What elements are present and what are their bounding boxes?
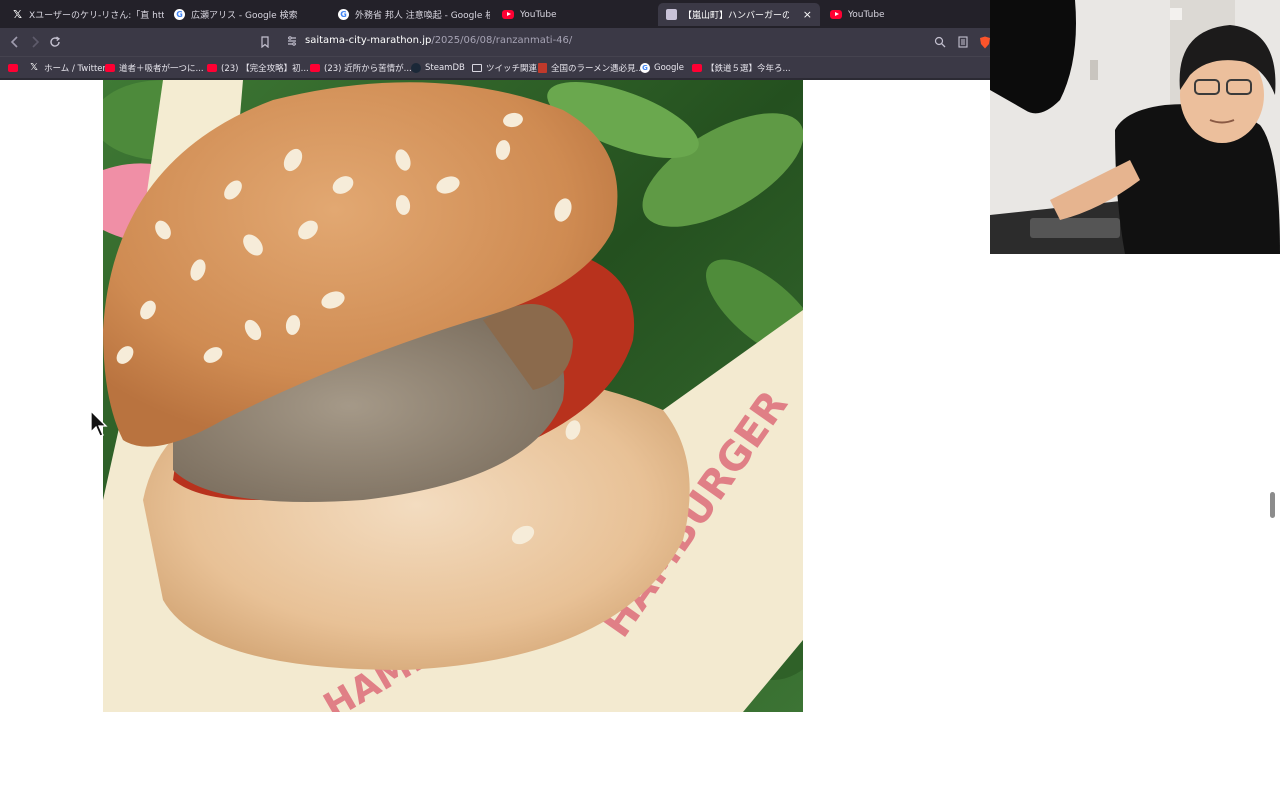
tab-youtube-2[interactable]: YouTube [822,3,982,26]
navigation-bar: saitama-city-marathon.jp/2025/06/08/ranz… [0,28,990,56]
bookmark-item[interactable]: 【鉄道５選】今年ろ... [692,61,791,75]
bookmark-item[interactable]: 道者＋吸者が一つに... [105,61,204,75]
tab-label: 外務省 邦人 注意喚起 - Google 検索 [355,11,490,21]
bookmark-label: Google [654,63,684,73]
google-icon: G [338,9,349,20]
bookmark-item[interactable]: 𝕏 ホーム / Twitter [30,61,106,75]
bookmark-label: SteamDB [425,63,465,73]
bookmark-label: ツイッチ関連 [486,64,538,74]
bookmark-item[interactable]: G Google [640,61,684,75]
youtube-icon [310,64,320,72]
back-arrow-icon[interactable] [6,33,24,51]
youtube-icon [830,10,842,19]
tab-google-search-hirose[interactable]: G 広瀬アリス - Google 検索 [166,3,326,26]
tab-youtube-1[interactable]: YouTube [494,3,654,26]
bookmark-label: 【鉄道５選】今年ろ... [706,64,791,74]
folder-icon [472,64,482,72]
close-tab-icon[interactable]: × [803,8,812,21]
bookmark-label: 道者＋吸者が一つに... [119,64,204,74]
steam-icon [411,63,421,73]
x-icon: 𝕏 [30,62,39,73]
tab-bar: 𝕏 Xユーザーのケリ-リさん:「直 https://t.co/... G 広瀬ア… [0,0,990,28]
site-info-icon[interactable] [286,35,298,47]
google-icon: G [640,63,650,73]
youtube-icon [502,10,514,19]
reload-icon[interactable] [46,33,64,51]
x-icon: 𝕏 [13,8,22,21]
bookmark-label: (23) 【完全攻略】初... [221,64,309,74]
ramen-icon [538,63,547,73]
address-bar[interactable]: saitama-city-marathon.jp/2025/06/08/ranz… [305,35,572,46]
reader-mode-icon[interactable] [954,33,972,51]
bookmark-label: 全国のラーメン遇必見... [551,64,644,74]
url-domain: saitama-city-marathon.jp [305,35,432,46]
youtube-icon [105,64,115,72]
bookmark-item[interactable]: (23) 【完全攻略】初... [207,61,309,75]
tab-twitter-post[interactable]: 𝕏 Xユーザーのケリ-リさん:「直 https://t.co/... [4,3,164,26]
mouse-cursor-icon [90,410,108,437]
bookmark-folder[interactable]: ツイッチ関連 [472,61,537,75]
hamburger-image: HAMBURGER HAMBURGER [103,80,803,712]
bookmark-label: (23) 近所から苦情が... [324,64,412,74]
bookmarks-bar: 𝕏 ホーム / Twitter 道者＋吸者が一つに... (23) 【完全攻略】… [0,56,990,78]
tab-google-search-mofa[interactable]: G 外務省 邦人 注意喚起 - Google 検索 [330,3,490,26]
forward-arrow-icon[interactable] [26,33,44,51]
page-scrollbar[interactable] [1268,334,1278,800]
tab-label: YouTube [520,9,557,20]
hamburger-photo: HAMBURGER HAMBURGER [103,80,803,712]
page-icon [666,9,677,20]
bookmark-item[interactable]: (23) 近所から苦情が... [310,61,412,75]
tab-label: YouTube [848,9,885,20]
tab-label: 広瀬アリス - Google 検索 [191,11,298,21]
webcam-overlay [990,0,1280,254]
tab-label: Xユーザーのケリ-リさん:「直 https://t.co/... [29,11,164,21]
browser-window: 𝕏 Xユーザーのケリ-リさん:「直 https://t.co/... G 広瀬ア… [0,0,990,80]
bookmark-label: ホーム / Twitter [44,64,107,74]
youtube-icon [207,64,217,72]
streamer-webcam-image [990,0,1280,254]
tab-label: 【嵐山町】ハンバーガーの自販機を発 [683,11,789,21]
google-icon: G [174,9,185,20]
bookmark-item[interactable]: SteamDB [411,61,465,75]
scrollbar-thumb[interactable] [1270,492,1275,518]
zoom-icon[interactable] [931,33,949,51]
bookmark-item[interactable] [8,61,18,75]
youtube-icon [692,64,702,72]
bookmark-item[interactable]: 全国のラーメン遇必見... [538,61,644,75]
url-path: /2025/06/08/ranzanmati-46/ [431,35,573,46]
bookmark-icon[interactable] [256,33,274,51]
youtube-icon [8,64,18,72]
tab-active-ranzan-hamburger[interactable]: 【嵐山町】ハンバーガーの自販機を発 × [658,3,820,26]
